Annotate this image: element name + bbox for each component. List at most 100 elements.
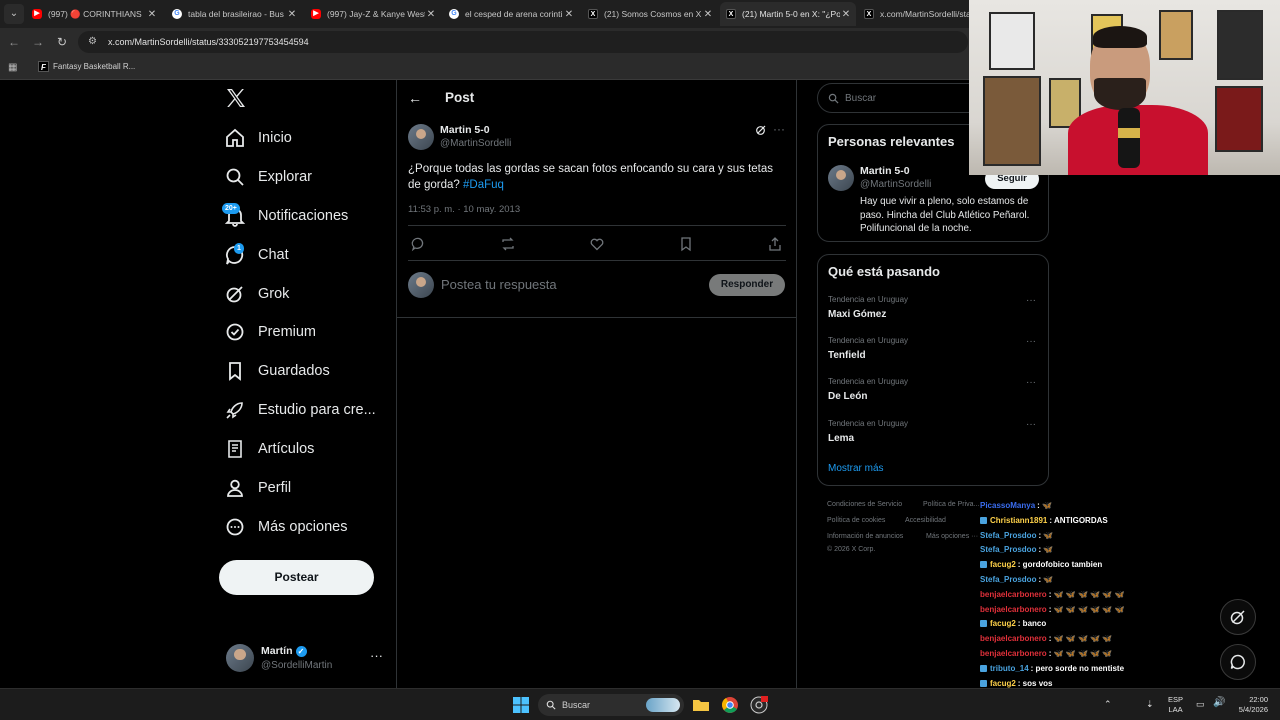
share-icon[interactable] [767,236,783,252]
relevant-handle[interactable]: @MartinSordelli [860,179,931,190]
address-bar[interactable]: ⚙ x.com/MartinSordelli/status/3330521977… [78,31,968,53]
close-icon[interactable]: ✕ [702,9,714,20]
close-icon[interactable]: ✕ [425,9,437,20]
close-icon[interactable]: ✕ [840,9,852,20]
footer-more-link[interactable]: Más opciones ··· [926,533,978,540]
more-dots-icon[interactable]: ··· [1026,377,1036,388]
footer-ads-link[interactable]: Información de anuncios [827,533,903,540]
trend-name: De León [828,391,868,402]
browser-tab-active[interactable]: X (21) Martin 5-0 en X: "¿Po ✕ [720,2,856,26]
sidebar-item-explorar[interactable]: Explorar [224,162,312,192]
more-dots-icon[interactable]: ··· [1026,419,1036,430]
tweet-author-handle[interactable]: @MartinSordelli [440,138,511,149]
chat-message: benjaelcarbonero: 🦋 🦋 🦋 🦋 🦋 [980,634,1112,644]
back-icon[interactable]: ← [6,34,22,50]
reply-button[interactable]: Responder [709,274,785,296]
chat-text: : pero sorde no mentiste [1030,663,1125,673]
clock[interactable]: 22:00 5/4/2026 [1232,695,1268,715]
bookmark-icon[interactable] [678,236,694,252]
sidebar-item-chat[interactable]: 1 Chat [224,240,289,270]
reply-input[interactable]: Postea tu respuesta [441,277,557,292]
sidebar-item-articulos[interactable]: Artículos [224,434,314,464]
apps-grid-icon[interactable]: ▦ [8,62,20,74]
volume-icon[interactable]: 🔊 [1213,698,1225,708]
like-icon[interactable] [589,236,605,252]
browser-tab[interactable]: X (21) Somos Cosmos en X ✕ [582,2,718,26]
usb-icon[interactable]: ⇣ [1146,699,1154,709]
tray-expand-icon[interactable]: ⌃ [1104,699,1112,709]
avatar[interactable] [828,165,854,191]
browser-tab[interactable]: ▶ (997) 🔴 CORINTHIANS ✕ [26,2,162,26]
x-logo-icon[interactable] [224,86,248,110]
chat-message: benjaelcarbonero: 🦋 🦋 🦋 🦋 🦋 🦋 [980,590,1124,600]
more-dots-icon[interactable]: ··· [1026,295,1036,306]
repost-icon[interactable] [500,236,516,252]
back-arrow-icon[interactable]: ← [408,90,422,106]
language-indicator[interactable]: ESP LAA [1168,695,1183,715]
account-name-text: Martín [261,645,293,657]
close-icon[interactable]: ✕ [563,9,575,20]
tab-search-button[interactable]: ⌄ [4,4,24,24]
tweet-avatar[interactable] [408,124,434,150]
tweet-timestamp[interactable]: 11:53 p. m. · 10 may. 2013 [408,204,520,215]
trend-item[interactable]: Tendencia en Uruguay Maxi Gómez ··· [828,295,1038,331]
more-dots-icon[interactable]: ··· [370,648,383,663]
chat-message: facug2: gordofobico tambien [980,560,1102,570]
microphone-band [1118,128,1140,138]
chat-message: benjaelcarbonero: 🦋 🦋 🦋 🦋 🦋 🦋 [980,605,1124,615]
sidebar-item-inicio[interactable]: Inicio [224,123,292,153]
chrome-icon[interactable] [721,696,739,714]
sidebar-item-grok[interactable]: Grok [224,279,289,309]
footer-copyright: © 2026 X Corp. [827,546,876,553]
sidebar-item-notificaciones[interactable]: 20+ Notificaciones [222,201,348,231]
close-icon[interactable]: ✕ [146,9,158,20]
chat-text: : ANTIGORDAS [1049,515,1108,525]
more-dots-icon[interactable]: ··· [1026,336,1036,347]
x-icon: X [588,9,598,19]
footer-terms-link[interactable]: Condiciones de Servicio [827,501,902,508]
browser-tab[interactable]: G el cesped de arena corinti ✕ [443,2,579,26]
sidebar-item-perfil[interactable]: Perfil [224,473,291,503]
reload-icon[interactable]: ↻ [54,34,70,50]
site-info-icon[interactable]: ⚙ [88,36,100,48]
bookmark-item[interactable]: F Fantasy Basketball R... [38,61,135,72]
grok-floating-button[interactable] [1220,599,1256,635]
trend-item[interactable]: Tendencia en Uruguay Tenfield ··· [828,336,1038,372]
fantasy-logo-icon: F [38,61,49,72]
verified-icon: ✓ [295,645,307,657]
browser-tab[interactable]: G tabla del brasileirao - Bus ✕ [166,2,302,26]
tab-title: el cesped de arena corinti [465,9,563,19]
post-button[interactable]: Postear [219,560,374,595]
tweet-author-name[interactable]: Martin 5-0 [440,124,490,136]
youtube-icon: ▶ [32,9,42,19]
hashtag-link[interactable]: #DaFuq [463,179,504,191]
browser-tab[interactable]: ▶ (997) Jay-Z & Kanye West ✕ [305,2,441,26]
chat-username: Stefa_Prosdoo [980,575,1037,584]
wall-poster [989,12,1035,70]
sidebar-item-guardados[interactable]: Guardados [224,356,330,386]
taskbar-search[interactable]: Buscar [538,694,684,716]
trend-item[interactable]: Tendencia en Uruguay Lema ··· [828,419,1038,455]
wall-poster [1217,10,1263,80]
windows-start-icon[interactable] [512,696,530,714]
footer-privacy-link[interactable]: Política de Priva... [923,501,979,508]
close-icon[interactable]: ✕ [286,9,298,20]
sidebar-item-premium[interactable]: Premium [224,317,316,347]
browser-tab[interactable]: X x.com/MartinSordelli/stat [858,2,970,26]
reply-icon[interactable] [411,236,427,252]
trend-item[interactable]: Tendencia en Uruguay De León ··· [828,377,1038,413]
relevant-name[interactable]: Martin 5-0 [860,165,910,177]
messages-floating-button[interactable] [1220,644,1256,680]
file-explorer-icon[interactable] [692,696,710,714]
grok-icon[interactable] [755,124,767,136]
footer-cookies-link[interactable]: Política de cookies [827,517,885,524]
tweet-more-icon[interactable]: ··· [773,122,785,136]
obs-icon[interactable] [750,696,768,714]
account-switcher[interactable]: Martín ✓ @SordelliMartin ··· [226,642,386,676]
sidebar-item-mas-opciones[interactable]: Más opciones [224,512,347,542]
sidebar-item-estudio[interactable]: Estudio para cre... [224,395,376,425]
show-more-link[interactable]: Mostrar más [828,463,884,474]
footer-accessibility-link[interactable]: Accesibilidad [905,517,946,524]
forward-icon[interactable]: → [30,34,46,50]
network-icon[interactable]: ▭ [1196,699,1205,709]
